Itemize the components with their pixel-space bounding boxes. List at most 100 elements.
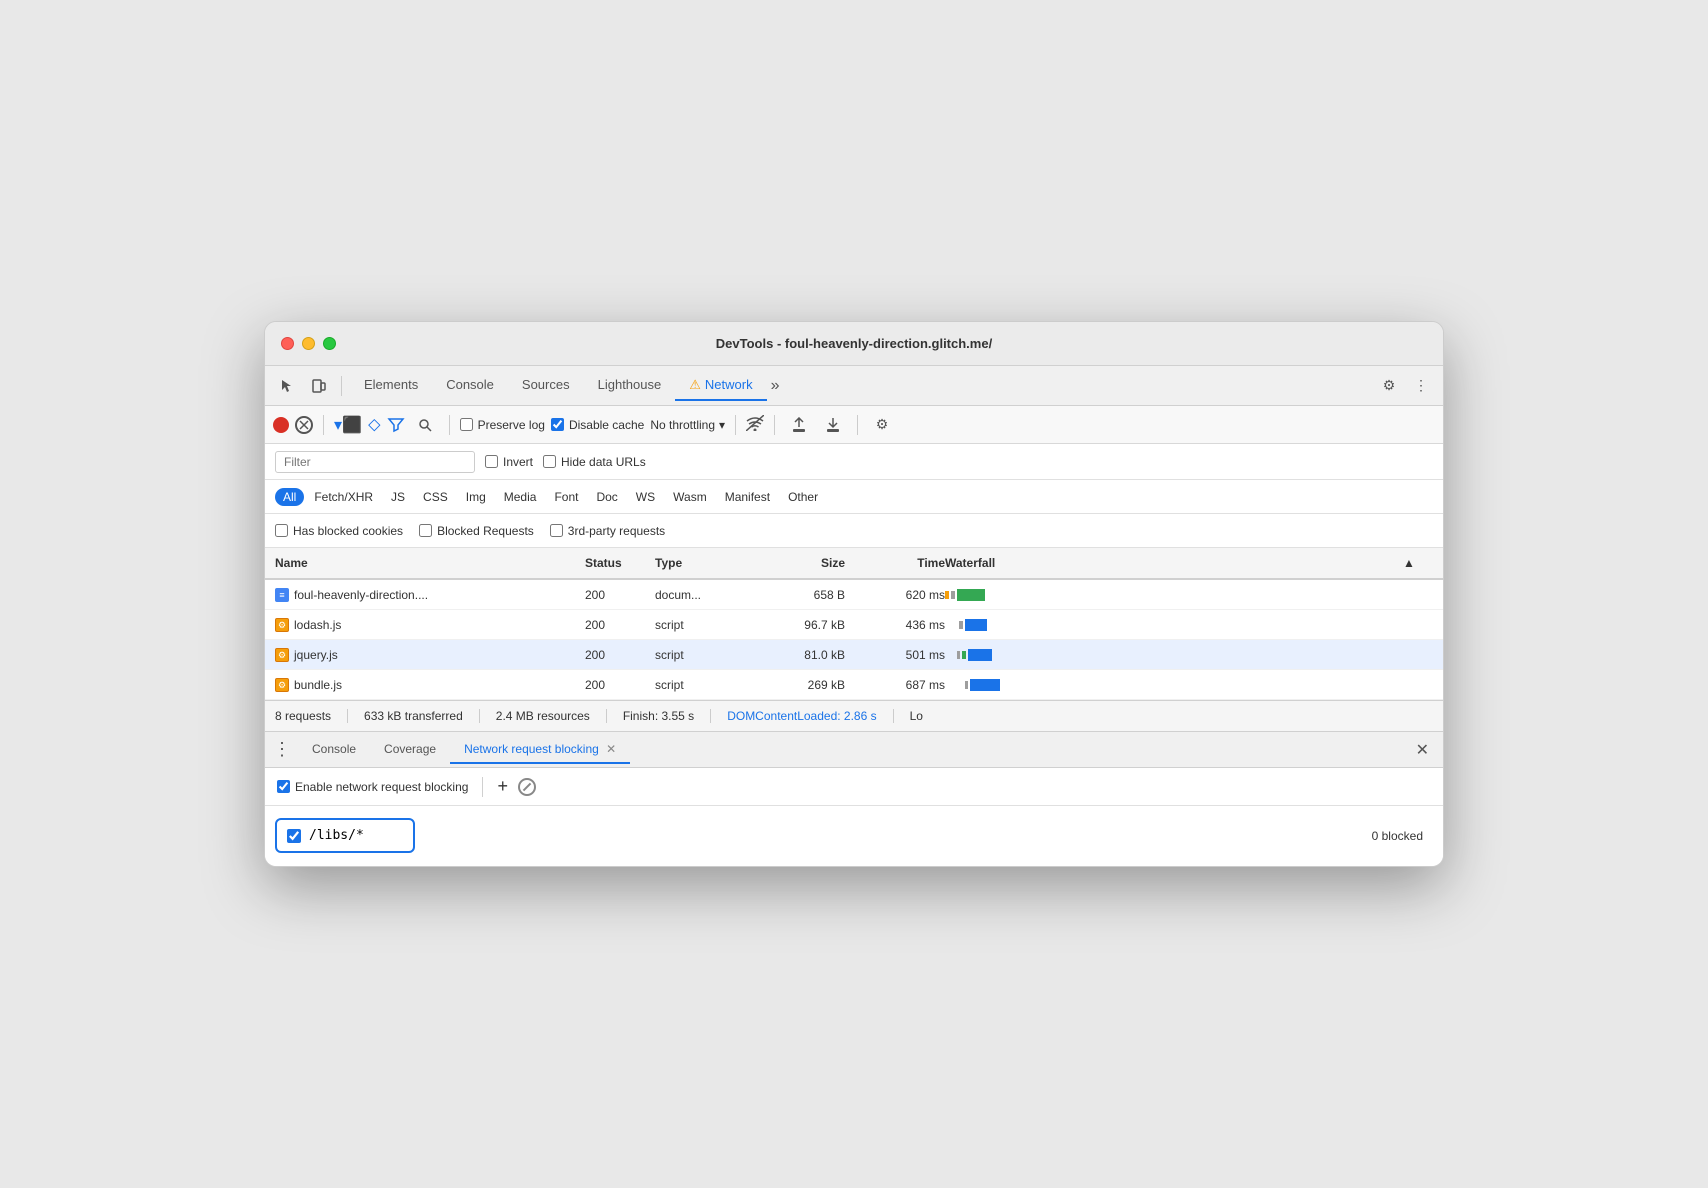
- bottom-tabs: ⋮ Console Coverage Network request block…: [265, 732, 1443, 768]
- blocking-list: /libs/* 0 blocked: [265, 806, 1443, 866]
- upload-har-icon[interactable]: [785, 411, 813, 439]
- invert-input[interactable]: [485, 455, 498, 468]
- main-toolbar: Elements Console Sources Lighthouse ⚠ Ne…: [265, 366, 1443, 406]
- add-pattern-button[interactable]: +: [497, 776, 508, 797]
- network-settings-icon[interactable]: ⚙: [868, 411, 896, 439]
- type-other-btn[interactable]: Other: [780, 488, 826, 506]
- tab-coverage[interactable]: Coverage: [370, 736, 450, 764]
- col-name[interactable]: Name: [275, 556, 585, 570]
- filter-funnel-icon[interactable]: [387, 416, 405, 434]
- panel-menu-icon[interactable]: ⋮: [273, 739, 290, 760]
- tab-network-blocking[interactable]: Network request blocking ✕: [450, 736, 630, 764]
- blocking-item[interactable]: /libs/*: [275, 818, 415, 853]
- divider-3: [449, 415, 450, 435]
- col-waterfall[interactable]: Waterfall: [945, 556, 1403, 570]
- divider: [482, 777, 483, 797]
- tab-sources[interactable]: Sources: [508, 371, 584, 400]
- tab-console-bottom[interactable]: Console: [298, 736, 370, 764]
- third-party-input[interactable]: [550, 524, 563, 537]
- cookies-bar: Has blocked cookies Blocked Requests 3rd…: [265, 514, 1443, 548]
- close-button[interactable]: [281, 337, 294, 350]
- file-name-cell: ⚙ jquery.js: [275, 648, 338, 662]
- row-name: ⚙ lodash.js: [275, 617, 585, 633]
- hide-data-urls-input[interactable]: [543, 455, 556, 468]
- record-button[interactable]: [273, 417, 289, 433]
- enable-blocking-input[interactable]: [277, 780, 290, 793]
- disable-cache-checkbox[interactable]: Disable cache: [551, 418, 644, 432]
- invert-checkbox[interactable]: Invert: [485, 455, 533, 469]
- type-js-btn[interactable]: JS: [383, 488, 413, 506]
- col-time[interactable]: Time: [845, 556, 945, 570]
- blocked-requests-checkbox[interactable]: Blocked Requests: [419, 524, 534, 538]
- file-name-cell: ≡ foul-heavenly-direction....: [275, 588, 428, 602]
- type-fetchxhr-btn[interactable]: Fetch/XHR: [306, 488, 381, 506]
- maximize-button[interactable]: [323, 337, 336, 350]
- blocked-cookies-input[interactable]: [275, 524, 288, 537]
- third-party-checkbox[interactable]: 3rd-party requests: [550, 524, 665, 538]
- tab-console[interactable]: Console: [432, 371, 508, 400]
- row-time: 687 ms: [845, 678, 945, 692]
- row-type: script: [655, 678, 745, 692]
- clear-button[interactable]: [295, 416, 313, 434]
- row-name: ≡ foul-heavenly-direction....: [275, 587, 585, 602]
- search-icon[interactable]: [411, 411, 439, 439]
- more-tabs-button[interactable]: »: [767, 375, 784, 397]
- type-filter-bar: All Fetch/XHR JS CSS Img Media Font Doc …: [265, 480, 1443, 514]
- row-time: 436 ms: [845, 618, 945, 632]
- throttle-selector[interactable]: No throttling ▾: [650, 418, 725, 432]
- col-size[interactable]: Size: [745, 556, 845, 570]
- table-row[interactable]: ≡ foul-heavenly-direction.... 200 docum.…: [265, 580, 1443, 610]
- type-media-btn[interactable]: Media: [496, 488, 545, 506]
- close-tab-icon[interactable]: ✕: [606, 742, 616, 756]
- row-type: script: [655, 618, 745, 632]
- type-all-btn[interactable]: All: [275, 488, 304, 506]
- table-header: Name Status Type Size Time Waterfall ▲: [265, 548, 1443, 580]
- type-wasm-btn[interactable]: Wasm: [665, 488, 715, 506]
- type-css-btn[interactable]: CSS: [415, 488, 456, 506]
- table-row[interactable]: ⚙ jquery.js 200 script 81.0 kB 501 ms: [265, 640, 1443, 670]
- preserve-log-checkbox[interactable]: Preserve log: [460, 418, 545, 432]
- hide-data-urls-checkbox[interactable]: Hide data URLs: [543, 455, 646, 469]
- type-manifest-btn[interactable]: Manifest: [717, 488, 778, 506]
- type-ws-btn[interactable]: WS: [628, 488, 663, 506]
- doc-icon: ≡: [275, 588, 289, 602]
- clear-patterns-icon[interactable]: [518, 778, 536, 796]
- download-har-icon[interactable]: [819, 411, 847, 439]
- row-waterfall: [945, 589, 1403, 601]
- close-bottom-panel-icon[interactable]: ✕: [1410, 738, 1435, 762]
- row-waterfall: [945, 649, 1403, 661]
- resources-size: 2.4 MB resources: [496, 709, 607, 723]
- filter-icon[interactable]: ▾⬛: [334, 415, 362, 435]
- filter-bar: Invert Hide data URLs: [265, 444, 1443, 480]
- device-toggle-icon[interactable]: [305, 372, 333, 400]
- type-font-btn[interactable]: Font: [546, 488, 586, 506]
- enable-blocking-checkbox[interactable]: Enable network request blocking: [277, 780, 468, 794]
- col-status[interactable]: Status: [585, 556, 655, 570]
- table-row[interactable]: ⚙ bundle.js 200 script 269 kB 687 ms: [265, 670, 1443, 700]
- disable-cache-input[interactable]: [551, 418, 564, 431]
- type-img-btn[interactable]: Img: [458, 488, 494, 506]
- settings-gear-icon[interactable]: ⚙: [1375, 372, 1403, 400]
- blocking-row: /libs/* 0 blocked: [275, 814, 1433, 857]
- col-type[interactable]: Type: [655, 556, 745, 570]
- table-row[interactable]: ⚙ lodash.js 200 script 96.7 kB 436 ms: [265, 610, 1443, 640]
- tab-lighthouse[interactable]: Lighthouse: [584, 371, 676, 400]
- dom-content-loaded: DOMContentLoaded: 2.86 s: [727, 709, 893, 723]
- filter-funnel-icon[interactable]: ⬦: [368, 414, 381, 435]
- preserve-log-input[interactable]: [460, 418, 473, 431]
- tab-elements[interactable]: Elements: [350, 371, 432, 400]
- pattern-checkbox[interactable]: [287, 829, 301, 843]
- filter-input[interactable]: [275, 451, 475, 473]
- kebab-menu-icon[interactable]: ⋮: [1407, 372, 1435, 400]
- type-doc-btn[interactable]: Doc: [588, 488, 625, 506]
- blocked-cookies-checkbox[interactable]: Has blocked cookies: [275, 524, 403, 538]
- tab-network[interactable]: ⚠ Network: [675, 371, 766, 401]
- cursor-icon[interactable]: [273, 372, 301, 400]
- blocked-requests-input[interactable]: [419, 524, 432, 537]
- minimize-button[interactable]: [302, 337, 315, 350]
- file-name-cell: ⚙ lodash.js: [275, 618, 341, 632]
- row-size: 81.0 kB: [745, 648, 845, 662]
- dev-tabs: Elements Console Sources Lighthouse ⚠ Ne…: [350, 371, 1371, 401]
- network-tab-warning: ⚠ Network: [689, 377, 752, 393]
- row-waterfall: [945, 619, 1403, 631]
